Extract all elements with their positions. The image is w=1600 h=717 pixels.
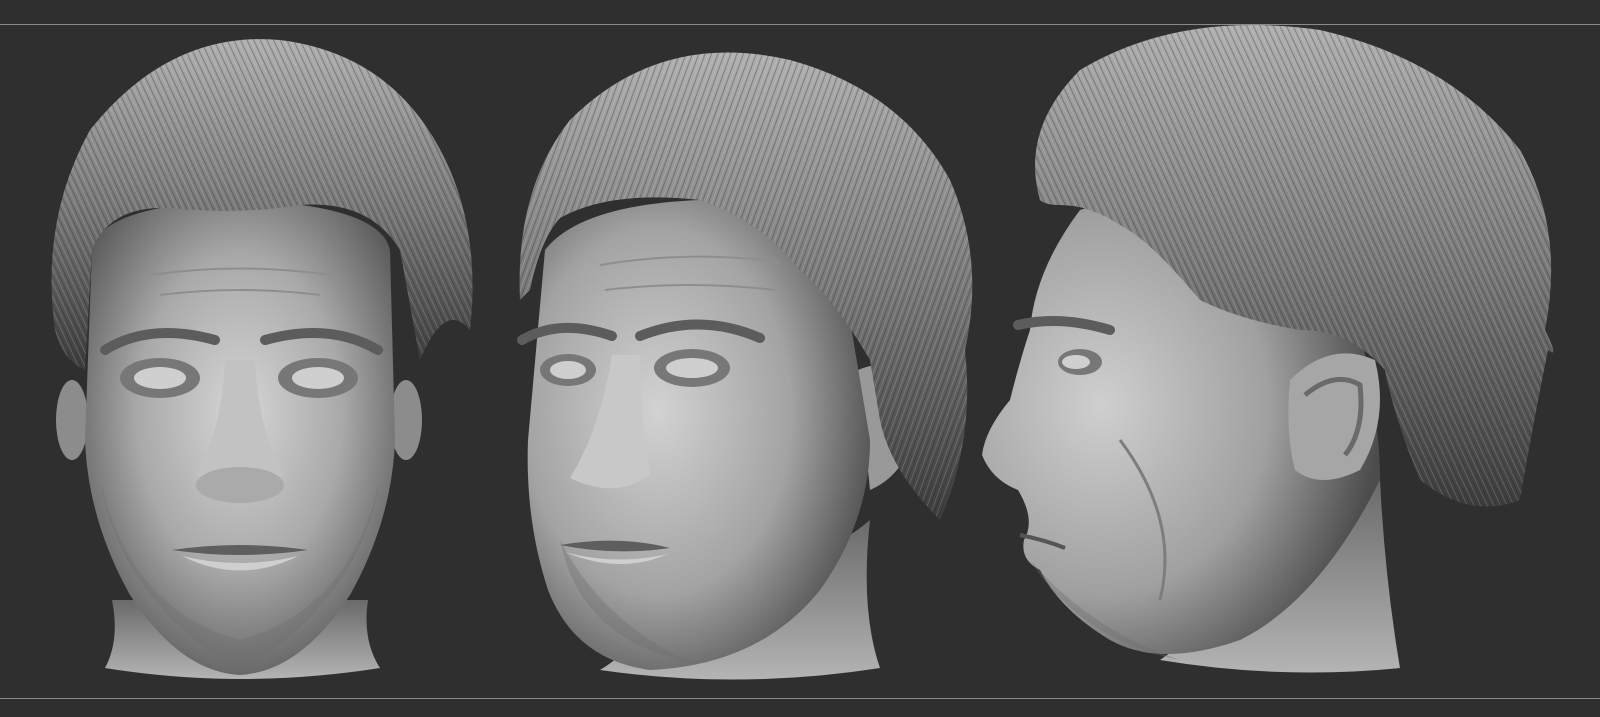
three-quarter-view-head: [517, 52, 973, 680]
head-sculpt-renders: [51, 25, 1554, 680]
sculpt-viewport[interactable]: [0, 0, 1600, 717]
front-view-head: [51, 39, 473, 679]
profile-view-head: [982, 25, 1554, 673]
